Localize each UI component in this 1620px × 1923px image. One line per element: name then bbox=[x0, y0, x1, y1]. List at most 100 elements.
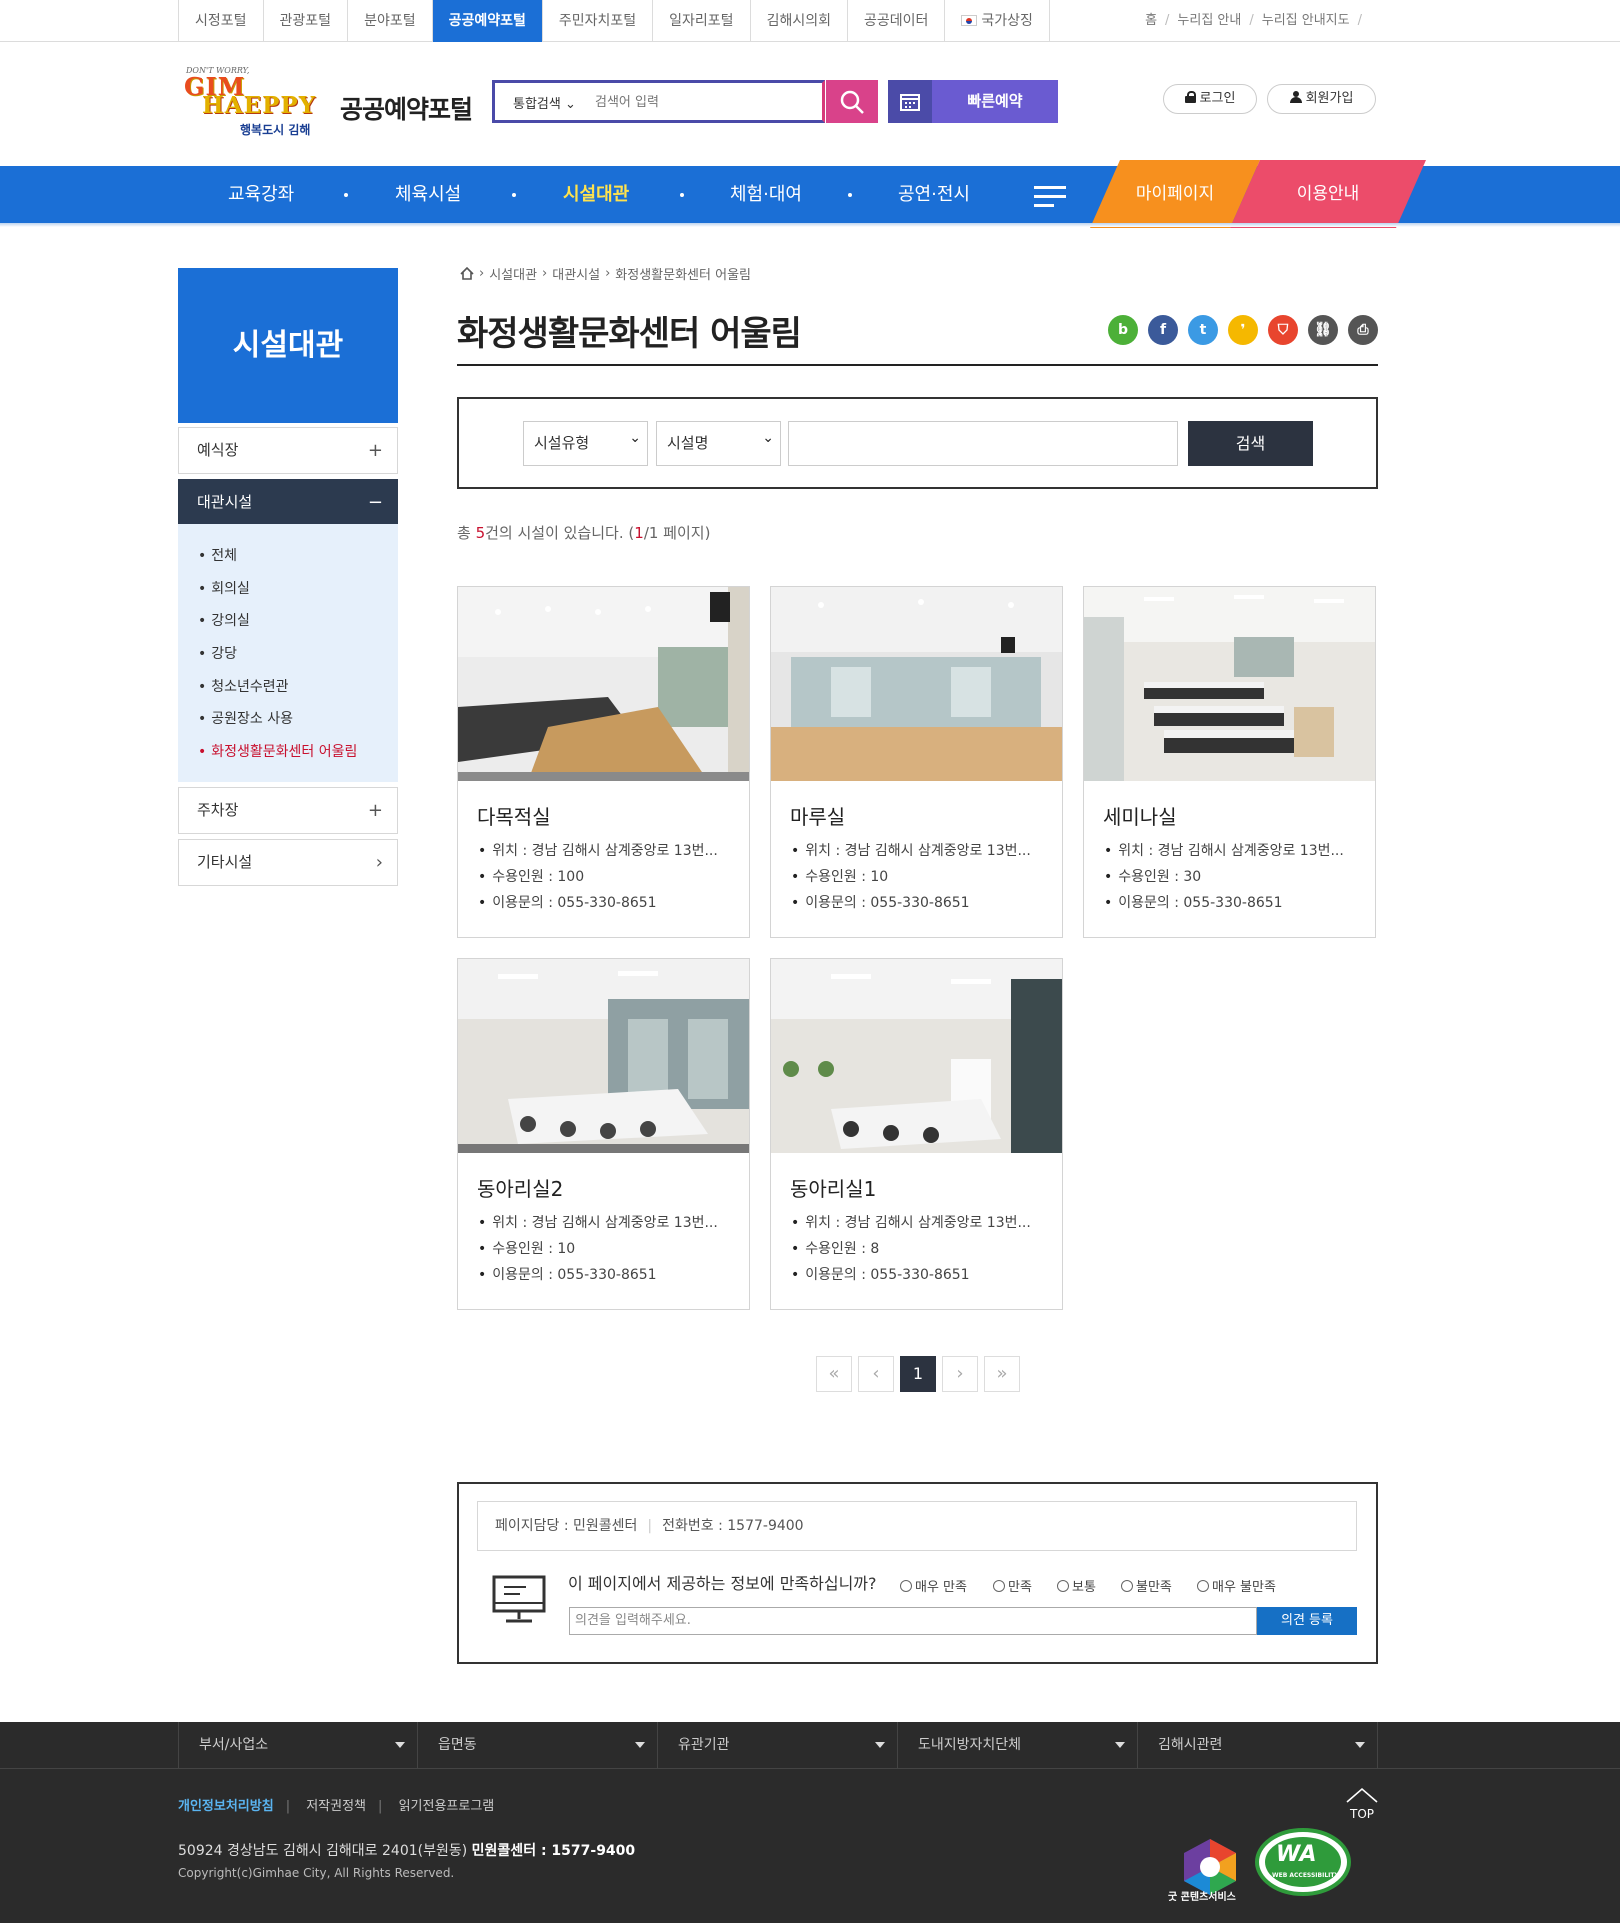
guide-button[interactable]: 이용안내 bbox=[1230, 160, 1426, 228]
copyright-policy-link[interactable]: 저작권정책 bbox=[306, 1799, 366, 1814]
search-scope-select[interactable]: 통합검색 ⌄ bbox=[513, 93, 576, 112]
survey-option[interactable]: 보통 bbox=[1057, 1576, 1096, 1595]
util-link-sitemap[interactable]: 누리집 안내지도 bbox=[1262, 0, 1350, 42]
facility-contact: 이용문의 : 055-330-8651 bbox=[1104, 892, 1282, 912]
facility-search-button[interactable]: 검색 bbox=[1188, 421, 1313, 466]
reader-program-link[interactable]: 읽기전용프로그램 bbox=[399, 1799, 495, 1814]
breadcrumb-item[interactable]: 대관시설 bbox=[552, 264, 600, 283]
portal-tab-active[interactable]: 공공예약포털 bbox=[432, 0, 543, 42]
facility-type-select[interactable]: 시설유형 bbox=[523, 417, 648, 466]
keyword-input[interactable] bbox=[788, 421, 1178, 466]
result-count: 총 5건의 시설이 있습니다. (1/1 페이지) bbox=[457, 524, 711, 542]
portal-tab[interactable]: 주민자치포털 bbox=[543, 0, 654, 42]
survey-option[interactable]: 매우 만족 bbox=[900, 1576, 967, 1595]
facility-card[interactable]: 동아리실1 위치 : 경남 김해시 삼계중앙로 13번... 수용인원 : 8 … bbox=[770, 958, 1063, 1310]
wa-subtext: WEB ACCESSIBILITY bbox=[1272, 1872, 1339, 1879]
facility-capacity: 수용인원 : 100 bbox=[478, 866, 584, 886]
scroll-top-button[interactable]: TOP bbox=[1344, 1786, 1380, 1826]
lnb-sub-item[interactable]: 청소년수련관 bbox=[198, 671, 398, 704]
gnb-item-facility-rental[interactable]: 시설대관 bbox=[563, 166, 629, 223]
facility-capacity: 수용인원 : 30 bbox=[1104, 866, 1201, 886]
facility-capacity: 수용인원 : 10 bbox=[478, 1238, 575, 1258]
facility-contact: 이용문의 : 055-330-8651 bbox=[791, 1264, 969, 1284]
kakaostory-icon[interactable]: ❜ bbox=[1228, 315, 1258, 345]
survey-option[interactable]: 불만족 bbox=[1121, 1576, 1172, 1595]
gnb-item-experience[interactable]: 체험·대여 bbox=[730, 166, 802, 223]
pagination-last[interactable]: » bbox=[984, 1356, 1020, 1392]
portal-tab[interactable]: 공공데이터 bbox=[848, 0, 946, 42]
print-icon[interactable]: ⎙ bbox=[1348, 315, 1378, 345]
footer-select-gimhae[interactable]: 김해시관련 bbox=[1138, 1722, 1378, 1768]
facility-name: 동아리실2 bbox=[477, 1177, 564, 1201]
gnb-item-sports[interactable]: 체육시설 bbox=[395, 166, 461, 223]
home-icon[interactable] bbox=[460, 267, 474, 280]
chevron-right-icon: › bbox=[375, 852, 383, 873]
join-button[interactable]: 회원가입 bbox=[1267, 84, 1376, 114]
lnb-item-other[interactable]: 기타시설 › bbox=[178, 839, 398, 886]
portal-tab-national-symbol[interactable]: 국가상징 bbox=[945, 0, 1050, 42]
gnb-item-education[interactable]: 교육강좌 bbox=[228, 166, 294, 223]
user-icon bbox=[1289, 91, 1302, 103]
opinion-textarea[interactable]: 의견을 입력해주세요. bbox=[569, 1607, 1257, 1635]
facility-card[interactable]: 다목적실 위치 : 경남 김해시 삼계중앙로 13번... 수용인원 : 100… bbox=[457, 586, 750, 938]
twitter-icon[interactable]: t bbox=[1188, 315, 1218, 345]
survey-option[interactable]: 매우 불만족 bbox=[1197, 1576, 1276, 1595]
facility-name: 동아리실1 bbox=[790, 1177, 877, 1201]
facility-name: 세미나실 bbox=[1103, 805, 1177, 829]
pagination-first[interactable]: « bbox=[816, 1356, 852, 1392]
plus-icon: + bbox=[367, 440, 383, 461]
search-input[interactable] bbox=[595, 90, 815, 114]
facility-card[interactable]: 세미나실 위치 : 경남 김해시 삼계중앙로 13번... 수용인원 : 30 … bbox=[1083, 586, 1376, 938]
lnb-sub-item[interactable]: 공원장소 사용 bbox=[198, 703, 398, 736]
link-icon[interactable]: ⛓ bbox=[1308, 315, 1338, 345]
gimhae-logo[interactable]: DON'T WORRY, GIM HAEPPY 행복도시 김해 bbox=[184, 66, 324, 142]
facility-card[interactable]: 마루실 위치 : 경남 김해시 삼계중앙로 13번... 수용인원 : 10 이… bbox=[770, 586, 1063, 938]
calendar-icon bbox=[900, 93, 920, 111]
lnb-sub-item-current[interactable]: 화정생활문화센터 어울림 bbox=[198, 736, 398, 769]
footer-select-town[interactable]: 읍면동 bbox=[418, 1722, 658, 1768]
wa-text: WA bbox=[1276, 1842, 1317, 1867]
footer-select-department[interactable]: 부서/사업소 bbox=[178, 1722, 418, 1768]
facebook-icon[interactable]: f bbox=[1148, 315, 1178, 345]
login-button[interactable]: 로그인 bbox=[1163, 84, 1257, 114]
survey-option[interactable]: 만족 bbox=[993, 1576, 1032, 1595]
facility-card[interactable]: 동아리실2 위치 : 경남 김해시 삼계중앙로 13번... 수용인원 : 10… bbox=[457, 958, 750, 1310]
lnb-sub-item[interactable]: 회의실 bbox=[198, 573, 398, 606]
korea-flag-icon bbox=[961, 15, 978, 26]
portal-tab[interactable]: 김해시의회 bbox=[751, 0, 848, 42]
breadcrumb: › 시설대관 › 대관시설 › 화정생활문화센터 어울림 bbox=[460, 264, 751, 283]
lnb-sub-item[interactable]: 전체 bbox=[198, 540, 398, 573]
facility-location: 위치 : 경남 김해시 삼계중앙로 13번... bbox=[791, 840, 1031, 860]
hamburger-icon[interactable] bbox=[1034, 186, 1066, 210]
opinion-submit-button[interactable]: 의견 등록 bbox=[1257, 1607, 1357, 1635]
site-name[interactable]: 공공예약포털 bbox=[340, 90, 473, 126]
pagination-current[interactable]: 1 bbox=[900, 1356, 936, 1392]
footer-select-related[interactable]: 유관기관 bbox=[658, 1722, 898, 1768]
util-link-home[interactable]: 홈 bbox=[1145, 0, 1157, 42]
portal-tab[interactable]: 관광포털 bbox=[264, 0, 349, 42]
pdf-icon[interactable]: ⛉ bbox=[1268, 315, 1298, 345]
portal-tab[interactable]: 일자리포털 bbox=[653, 0, 751, 42]
quick-reserve-button[interactable]: 빠른예약 bbox=[888, 80, 1058, 123]
portal-tabs: 시정포털 관광포털 분야포털 공공예약포털 주민자치포털 일자리포털 김해시의회… bbox=[178, 0, 1050, 42]
gnb-item-performance[interactable]: 공연·전시 bbox=[898, 166, 970, 223]
pagination-next[interactable]: › bbox=[942, 1356, 978, 1392]
util-link-guide[interactable]: 누리집 안내 bbox=[1177, 0, 1241, 42]
pagination-prev[interactable]: ‹ bbox=[858, 1356, 894, 1392]
blog-icon[interactable]: b bbox=[1108, 315, 1138, 345]
lnb-item-rental-facility[interactable]: 대관시설 − bbox=[178, 479, 398, 526]
facility-name: 다목적실 bbox=[477, 805, 551, 829]
footer-select-local-gov[interactable]: 도내지방자치단체 bbox=[898, 1722, 1138, 1768]
portal-tab[interactable]: 분야포털 bbox=[348, 0, 433, 42]
breadcrumb-item[interactable]: 시설대관 bbox=[489, 264, 537, 283]
lnb-sub-item[interactable]: 강당 bbox=[198, 638, 398, 671]
facility-location: 위치 : 경남 김해시 삼계중앙로 13번... bbox=[1104, 840, 1344, 860]
facility-name-select[interactable]: 시설명 bbox=[656, 417, 781, 466]
lnb-item-parking[interactable]: 주차장 + bbox=[178, 787, 398, 834]
lnb-item-wedding[interactable]: 예식장 + bbox=[178, 427, 398, 474]
integrated-search: 통합검색 ⌄ bbox=[492, 80, 825, 123]
search-button[interactable] bbox=[826, 80, 878, 123]
privacy-policy-link[interactable]: 개인정보처리방침 bbox=[178, 1799, 274, 1814]
portal-tab[interactable]: 시정포털 bbox=[179, 0, 264, 42]
lnb-sub-item[interactable]: 강의실 bbox=[198, 605, 398, 638]
